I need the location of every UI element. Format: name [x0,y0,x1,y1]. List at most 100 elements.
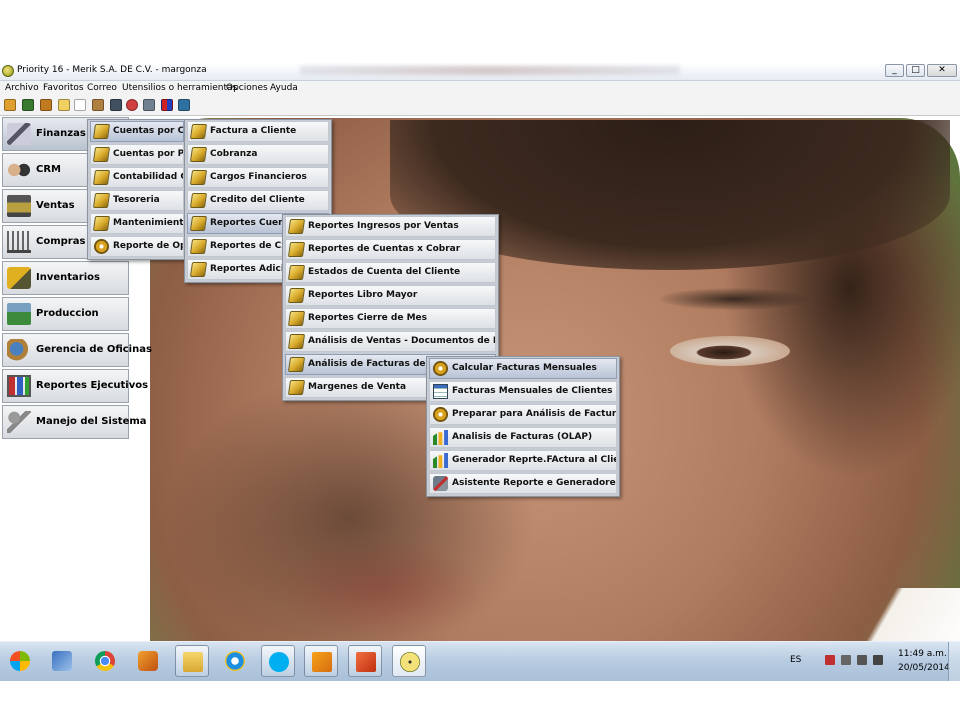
priority-app-icon [2,65,14,77]
folder-icon [189,170,208,185]
menu-item-cuentas-por-pagar[interactable]: Cuentas por Pagar [90,144,184,165]
menu-item-estados-de-cuenta[interactable]: Estados de Cuenta del Cliente [285,262,496,283]
menu-item-reportes-libro-mayor[interactable]: Reportes Libro Mayor [285,285,496,306]
folder-icon [287,380,306,395]
menu-item-reportes-cuentas-x-cobrar[interactable]: Reportes de Cuentas x Cobrar [285,239,496,260]
toolbar-export-icon[interactable] [92,99,104,111]
folder-icon [287,334,306,349]
module-gerencia-oficinas[interactable]: Gerencia de Oficinas [2,333,152,367]
taskbar-chrome[interactable] [88,645,122,677]
network-folder-icon [52,651,72,671]
gear-icon [433,361,448,376]
minimize-button[interactable]: _ [885,64,904,77]
module-reportes-ejecutivos[interactable]: Reportes Ejecutivos [2,369,148,403]
powerpoint-icon [356,652,376,672]
toolbar-binoculars-icon[interactable] [110,99,122,111]
menu-item-reportes-cierre-de-mes[interactable]: Reportes Cierre de Mes [285,308,496,329]
folder-icon [189,124,208,139]
menu-utensilios[interactable]: Utensilios o herramientas [122,83,237,93]
finanzas-submenu: Cuentas por Cobrar Cuentas por Pagar Con… [87,119,187,260]
maximize-button[interactable]: □ [906,64,925,77]
menu-item-analisis-facturas-olap[interactable]: Analisis de Facturas (OLAP) [429,427,617,448]
folder-icon [287,311,306,326]
toolbar-tree-icon[interactable] [22,99,34,111]
internet-explorer-icon [225,651,245,671]
module-label: Inventarios [36,272,100,283]
menu-item-factura-a-cliente[interactable]: Factura a Cliente [187,121,329,142]
menu-ayuda[interactable]: Ayuda [270,83,298,93]
menu-item-tesoreria[interactable]: Tesoreria [90,190,184,211]
menu-item-credito-del-cliente[interactable]: Credito del Cliente [187,190,329,211]
flag-icon[interactable] [825,655,835,665]
taskbar-internet-explorer[interactable] [218,645,252,677]
menu-archivo[interactable]: Archivo [5,83,39,93]
outlook-icon [312,652,332,672]
photo-brow [660,288,810,310]
menu-item-mantenimiento[interactable]: Mantenimiento de [90,213,184,234]
menu-favoritos[interactable]: Favoritos [43,83,84,93]
toolbar-document-icon[interactable] [74,99,86,111]
toolbar-search-icon[interactable] [126,99,138,111]
photo-collar [790,588,960,641]
module-manejo-sistema[interactable]: Manejo del Sistema [2,405,147,439]
chart-icon [433,430,448,445]
taskbar-powerpoint[interactable] [348,645,382,677]
volume-icon[interactable] [873,655,883,665]
menu-item-cargos-financieros[interactable]: Cargos Financieros [187,167,329,188]
module-produccion[interactable]: Produccion [2,297,129,331]
folder-icon [287,242,306,257]
taskbar-file-explorer[interactable] [175,645,209,677]
close-button[interactable]: ✕ [927,64,957,77]
taskbar-skype[interactable] [261,645,295,677]
keys-icon [7,411,31,433]
taskbar-outlook[interactable] [304,645,338,677]
tools-icon [433,476,448,491]
toolbar-user-icon[interactable] [178,99,190,111]
menu-correo[interactable]: Correo [87,83,117,93]
cash-register-icon [7,195,31,217]
folder-icon [287,219,306,234]
folder-icon [189,216,208,231]
language-indicator[interactable]: ES [790,655,801,665]
factory-icon [7,303,31,325]
folder-icon [189,239,208,254]
taskbar-network-folder[interactable] [45,645,79,677]
menu-item-facturas-mensuales-clientes[interactable]: Facturas Mensuales de Clientes [429,381,617,402]
module-label: Gerencia de Oficinas [36,344,152,355]
toolbar-open-icon[interactable] [4,99,16,111]
menu-item-cuentas-por-cobrar[interactable]: Cuentas por Cobrar [90,121,184,142]
menu-item-generador-reporte-factura[interactable]: Generador Reprte.FActura al Cliente [429,450,617,471]
menu-item-reportes-ingresos-ventas[interactable]: Reportes Ingresos por Ventas [285,216,496,237]
clock-date[interactable]: 20/05/2014 [898,663,950,673]
menu-item-cobranza[interactable]: Cobranza [187,144,329,165]
toolbar-print-icon[interactable] [143,99,155,111]
blurred-title-area [300,66,680,75]
device-icon[interactable] [841,655,851,665]
menu-opciones[interactable]: Opciones [226,83,268,93]
menu-item-preparar-analisis-olap[interactable]: Preparar para Análisis de Facturas-OLAP [429,404,617,425]
skype-icon [269,652,289,672]
module-label: CRM [36,164,61,175]
menu-item-calcular-facturas-mensuales[interactable]: Calcular Facturas Mensuales [429,358,617,379]
module-inventarios[interactable]: Inventarios [2,261,129,295]
folder-icon [189,147,208,162]
start-button[interactable] [3,645,37,677]
menu-item-asistente-reporte[interactable]: Asistente Reporte e Generadores [429,473,617,494]
taskbar-media-player[interactable] [131,645,165,677]
toolbar-note-icon[interactable] [58,99,70,111]
menu-item-analisis-de-ventas[interactable]: Análisis de Ventas - Documentos de Embar… [285,331,496,352]
menu-item-reporte-operaciones[interactable]: Reporte de Operaciones [90,236,184,257]
toolbar-color-icon[interactable] [161,99,173,111]
module-label: Compras [36,236,86,247]
network-icon[interactable] [857,655,867,665]
folder-icon [189,262,208,277]
menu-item-contabilidad-general[interactable]: Contabilidad General [90,167,184,188]
title-bar[interactable]: Priority 16 - Merik S.A. DE C.V. - margo… [0,63,960,81]
start-icon [10,651,30,671]
clock-time[interactable]: 11:49 a.m. [898,649,947,659]
toolbar-folder-icon[interactable] [40,99,52,111]
table-icon [433,384,448,399]
taskbar-priority[interactable] [392,645,426,677]
show-desktop-button[interactable] [948,642,960,681]
folder-icon [92,216,111,231]
